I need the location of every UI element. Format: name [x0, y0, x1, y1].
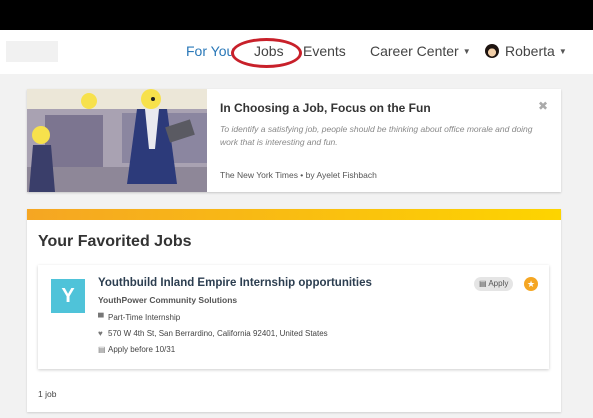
job-list-item[interactable]: Y Youthbuild Inland Empire Internship op…: [38, 265, 549, 369]
close-icon[interactable]: ✖: [538, 99, 548, 113]
apply-button[interactable]: ▤ Apply: [474, 277, 514, 291]
section-title: Your Favorited Jobs: [38, 233, 192, 250]
article-source: The New York Times • by Ayelet Fishbach: [220, 170, 377, 180]
article-illustration: [27, 89, 207, 192]
star-icon[interactable]: ★: [524, 277, 538, 291]
logo-placeholder[interactable]: [6, 41, 58, 62]
company-name[interactable]: YouthPower Community Solutions: [98, 295, 237, 305]
job-type: ▀ Part-Time Internship: [98, 313, 180, 322]
company-logo[interactable]: Y: [51, 279, 85, 313]
nav-user-menu[interactable]: Roberta ▼: [505, 43, 567, 59]
nav-for-you[interactable]: For You: [186, 43, 234, 59]
document-icon: ▤: [98, 345, 106, 354]
top-black-bar: [0, 0, 593, 30]
job-location-label: 570 W 4th St, San Berrardino, California…: [108, 329, 328, 338]
avatar[interactable]: [485, 44, 499, 58]
job-deadline: ▤ Apply before 10/31: [98, 345, 175, 354]
document-icon: ▤: [479, 279, 489, 288]
job-deadline-label: Apply before 10/31: [108, 345, 176, 354]
job-title[interactable]: Youthbuild Inland Empire Internship oppo…: [98, 277, 372, 289]
gradient-bar: [27, 209, 561, 220]
job-location: ♥ 570 W 4th St, San Berrardino, Californi…: [98, 329, 328, 338]
job-count: 1 job: [38, 389, 57, 399]
briefcase-icon: ▀: [98, 313, 104, 322]
nav-events[interactable]: Events: [303, 43, 346, 59]
career-center-label: Career Center: [370, 43, 459, 59]
article-card[interactable]: In Choosing a Job, Focus on the Fun To i…: [27, 89, 561, 192]
nav-jobs[interactable]: Jobs: [254, 43, 284, 59]
favorited-jobs-card: Your Favorited Jobs Y Youthbuild Inland …: [27, 209, 561, 412]
apply-label: Apply: [488, 279, 509, 288]
job-type-label: Part-Time Internship: [108, 313, 181, 322]
article-title[interactable]: In Choosing a Job, Focus on the Fun: [220, 101, 431, 115]
map-pin-icon: ♥: [98, 329, 103, 338]
navbar: For You Jobs Events Career Center ▼ Rober…: [0, 30, 593, 74]
user-name: Roberta: [505, 43, 555, 59]
nav-career-center[interactable]: Career Center ▼: [370, 43, 471, 59]
chevron-down-icon: ▼: [462, 47, 471, 56]
article-description: To identify a satisfying job, people sho…: [220, 124, 533, 147]
chevron-down-icon: ▼: [558, 47, 567, 56]
